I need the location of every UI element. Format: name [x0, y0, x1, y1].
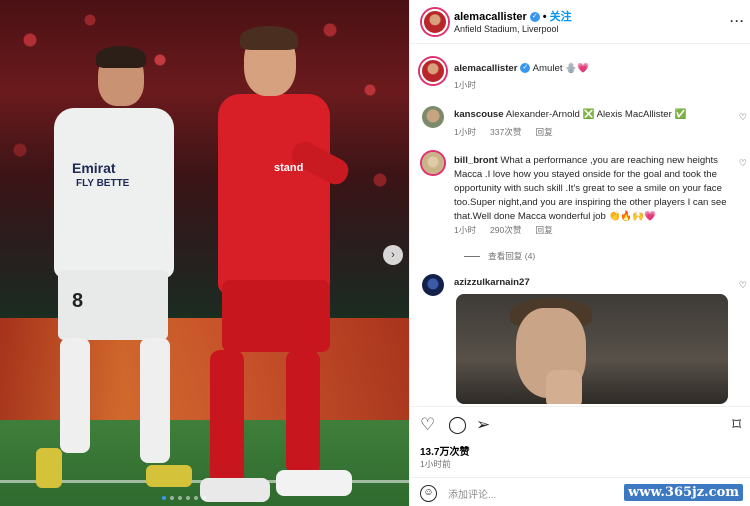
player-boot: [276, 470, 352, 496]
red-shirt: [218, 94, 330, 294]
comment-like-heart-icon[interactable]: ♡: [739, 112, 747, 123]
author-username[interactable]: alemacallister: [454, 11, 527, 23]
caption-username[interactable]: alemacallister: [454, 63, 517, 74]
view-replies-link[interactable]: 查看回复 (4): [464, 250, 535, 262]
carousel-dots: [162, 496, 206, 500]
share-send-icon[interactable]: ➢: [476, 415, 490, 435]
commenter-avatar[interactable]: [422, 106, 444, 128]
add-comment-bar: ☺ 添加评论... www.365jz.com: [410, 477, 750, 506]
player-boot: [146, 465, 192, 487]
player-leg: [286, 350, 320, 475]
player-leg: [60, 338, 90, 453]
comment-like-heart-icon[interactable]: ♡: [739, 158, 747, 169]
carousel-dot[interactable]: [202, 496, 206, 500]
shirt-sponsor-text: stand: [274, 162, 304, 174]
comment-body: Alexander-Arnold ❎ Alexis MacAllister ✅: [505, 109, 687, 120]
like-count[interactable]: 13.7万次赞: [420, 443, 469, 458]
player-hair: [240, 26, 298, 50]
verified-badge-icon: ✓: [520, 63, 531, 74]
red-shorts: [222, 280, 330, 352]
comment-text: bill_bront What a performance ,you are r…: [454, 154, 736, 224]
comment-meta: 1小时 290次赞 回复: [454, 224, 567, 236]
comment-bubble-icon[interactable]: ◯: [448, 415, 467, 435]
like-heart-icon[interactable]: ♡: [420, 415, 435, 435]
post-photo[interactable]: Emirat FLY BETTE 8 stand ›: [0, 0, 409, 506]
caption-author-avatar[interactable]: [420, 58, 446, 84]
comment-text: azizzulkarnain27: [454, 276, 724, 290]
follow-button[interactable]: 关注: [550, 11, 572, 23]
shirt-sponsor-text: Emirat: [72, 160, 116, 176]
carousel-dot[interactable]: [178, 496, 182, 500]
comment-text: kanscouse Alexander-Arnold ❎ Alexis MacA…: [454, 108, 724, 122]
gif-person-hand: [546, 370, 582, 404]
post-header: alemacallister ✓ • 关注 Anfield Stadium, Live…: [410, 0, 750, 44]
commenter-avatar[interactable]: [422, 152, 444, 174]
reply-button[interactable]: 回复: [536, 225, 553, 235]
caption-text: alemacallister ✓ Amulet 🪬💗: [454, 62, 734, 76]
player-boot: [36, 448, 62, 488]
shorts-number: 8: [72, 290, 84, 312]
more-options-icon[interactable]: ···: [730, 14, 745, 28]
carousel-dot[interactable]: [170, 496, 174, 500]
white-shirt: [54, 108, 174, 278]
author-avatar[interactable]: [422, 9, 448, 35]
comment-gif-image[interactable]: [456, 294, 728, 404]
comment-meta: 1小时 337次赞 回复: [454, 126, 567, 138]
comment-time: 1小时: [454, 127, 476, 137]
comment-username[interactable]: azizzulkarnain27: [454, 277, 530, 288]
post-side-panel: alemacallister ✓ • 关注 Anfield Stadium, Live…: [409, 0, 750, 506]
player-red-kit: stand: [200, 26, 360, 506]
watermark-logo: www.365jz.com: [624, 484, 743, 501]
caption-body: Amulet 🪬💗: [532, 63, 590, 74]
carousel-dot[interactable]: [194, 496, 198, 500]
location-link[interactable]: Anfield Stadium, Liverpool: [454, 24, 559, 34]
player-white-kit: Emirat FLY BETTE 8: [36, 46, 192, 490]
carousel-next-button[interactable]: ›: [383, 245, 403, 265]
carousel-dot[interactable]: [186, 496, 190, 500]
post-time: 1小时前: [420, 459, 451, 469]
author-line: alemacallister ✓ • 关注: [454, 8, 572, 24]
commenter-avatar[interactable]: [422, 274, 444, 296]
comment-username[interactable]: bill_bront: [454, 155, 498, 166]
shirt-sponsor-subtext: FLY BETTE: [76, 178, 130, 189]
comment-username[interactable]: kanscouse: [454, 109, 504, 120]
caption-meta: 1小时: [454, 79, 490, 91]
comment-input[interactable]: 添加评论...: [448, 486, 496, 501]
verified-badge-icon: ✓: [529, 12, 540, 23]
chevron-right-icon: ›: [391, 249, 395, 261]
comment-like-heart-icon[interactable]: ♡: [739, 280, 747, 291]
comment-likes[interactable]: 337次赞: [490, 127, 522, 137]
comments-section[interactable]: alemacallister ✓ Amulet 🪬💗 1小时 kanscouse …: [410, 44, 750, 406]
emoji-icon[interactable]: ☺: [420, 485, 437, 502]
separator-dot: •: [542, 11, 547, 23]
comment-likes[interactable]: 290次赞: [490, 225, 522, 235]
player-boot: [200, 478, 270, 502]
player-leg: [210, 350, 244, 485]
player-leg: [140, 338, 170, 463]
caption-time: 1小时: [454, 80, 476, 90]
comment-time: 1小时: [454, 225, 476, 235]
player-hair: [96, 46, 146, 68]
reply-button[interactable]: 回复: [536, 127, 553, 137]
post-actions: ♡ ◯ ➢ ⌑ 13.7万次赞 1小时前 ☺ 添加评论... www.365jz…: [410, 406, 750, 506]
save-bookmark-icon[interactable]: ⌑: [732, 415, 741, 435]
carousel-dot[interactable]: [162, 496, 166, 500]
